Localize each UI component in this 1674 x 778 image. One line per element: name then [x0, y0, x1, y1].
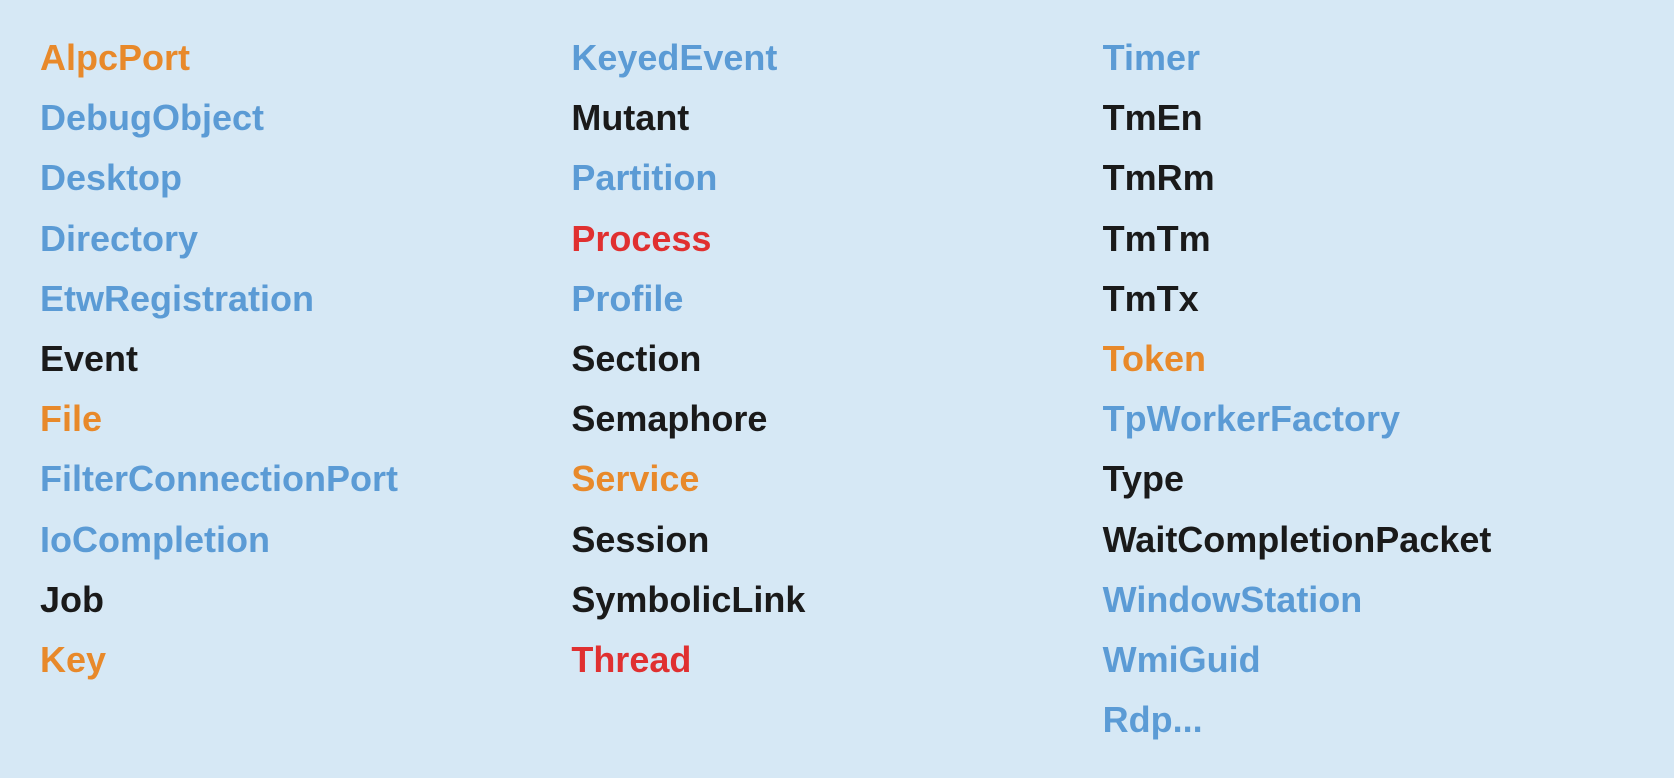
item-job: Job — [40, 572, 571, 628]
item-event: Event — [40, 331, 571, 387]
item-symboliclink: SymbolicLink — [571, 572, 1102, 628]
item-tmen: TmEn — [1103, 90, 1634, 146]
item-section: Section — [571, 331, 1102, 387]
item-iocompletion: IoCompletion — [40, 512, 571, 568]
item-semaphore: Semaphore — [571, 391, 1102, 447]
item-windowstation: WindowStation — [1103, 572, 1634, 628]
item-mutant: Mutant — [571, 90, 1102, 146]
item-directory: Directory — [40, 211, 571, 267]
item-token: Token — [1103, 331, 1634, 387]
item-file: File — [40, 391, 571, 447]
item-timer: Timer — [1103, 30, 1634, 86]
column-3: TimerTmEnTmRmTmTmTmTxTokenTpWorkerFactor… — [1103, 30, 1634, 748]
main-container: AlpcPortDebugObjectDesktopDirectoryEtwRe… — [0, 0, 1674, 778]
item-alpcport: AlpcPort — [40, 30, 571, 86]
item-desktop: Desktop — [40, 150, 571, 206]
column-2: KeyedEventMutantPartitionProcessProfileS… — [571, 30, 1102, 748]
item-profile: Profile — [571, 271, 1102, 327]
item-service: Service — [571, 451, 1102, 507]
item-keyedevent: KeyedEvent — [571, 30, 1102, 86]
item-wmiguid: WmiGuid — [1103, 632, 1634, 688]
column-1: AlpcPortDebugObjectDesktopDirectoryEtwRe… — [40, 30, 571, 748]
item-rdp---: Rdp... — [1103, 692, 1634, 748]
item-process: Process — [571, 211, 1102, 267]
item-thread: Thread — [571, 632, 1102, 688]
item-waitcompletionpacket: WaitCompletionPacket — [1103, 512, 1634, 568]
item-tmtx: TmTx — [1103, 271, 1634, 327]
item-type: Type — [1103, 451, 1634, 507]
item-filterconnectionport: FilterConnectionPort — [40, 451, 571, 507]
item-etwregistration: EtwRegistration — [40, 271, 571, 327]
item-session: Session — [571, 512, 1102, 568]
item-tmrm: TmRm — [1103, 150, 1634, 206]
item-debugobject: DebugObject — [40, 90, 571, 146]
item-partition: Partition — [571, 150, 1102, 206]
item-key: Key — [40, 632, 571, 688]
item-tmtm: TmTm — [1103, 211, 1634, 267]
item-tpworkerfactory: TpWorkerFactory — [1103, 391, 1634, 447]
